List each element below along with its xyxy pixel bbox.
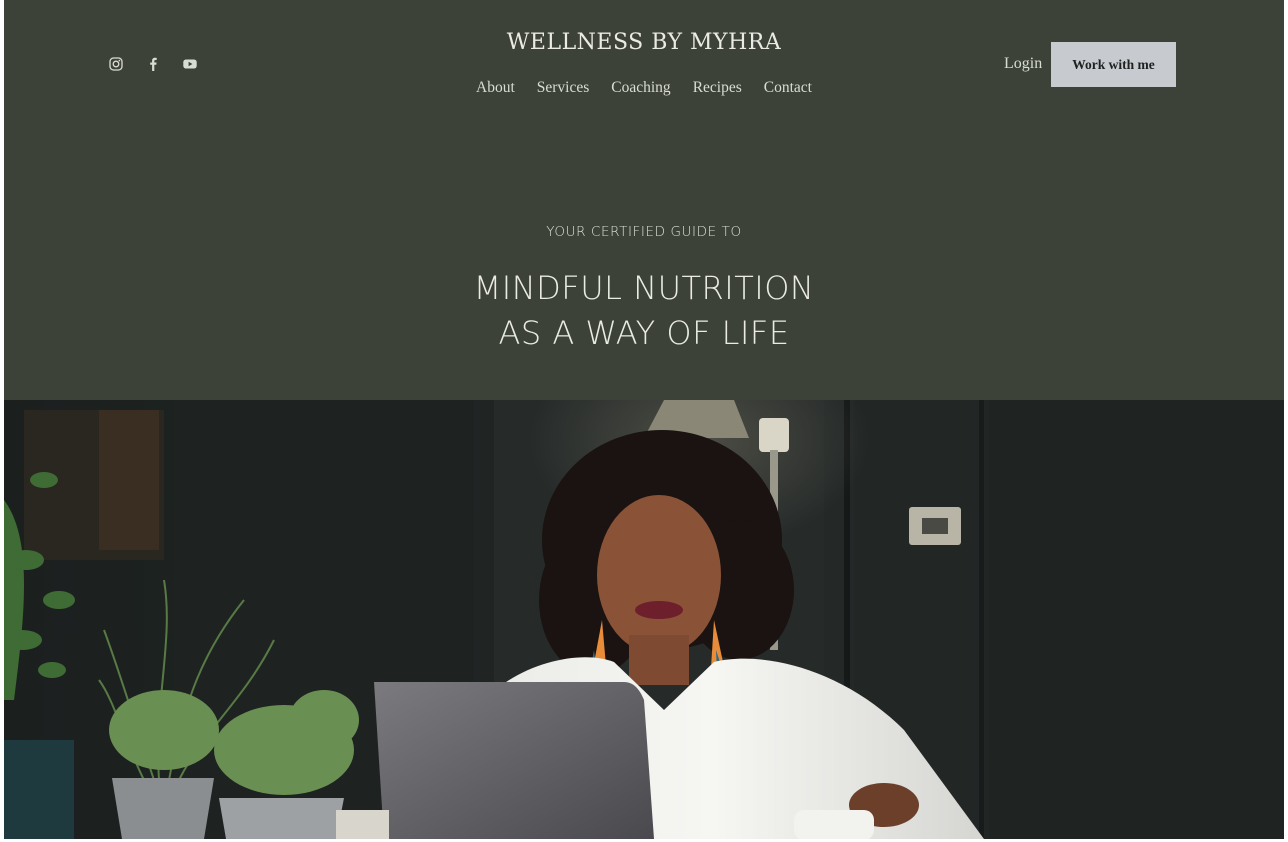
hero-photo	[4, 400, 1284, 839]
youtube-link[interactable]	[182, 54, 198, 74]
nav-item-about[interactable]: About	[476, 79, 515, 97]
hero-headline: MINDFUL NUTRITION AS A WAY OF LIFE	[4, 266, 1284, 356]
youtube-icon	[183, 59, 197, 69]
nav-item-recipes[interactable]: Recipes	[693, 79, 742, 97]
facebook-link[interactable]	[145, 54, 161, 74]
nav-item-coaching[interactable]: Coaching	[611, 79, 670, 97]
hero-photo-illustration	[4, 400, 1284, 839]
hero-headline-line-2: AS A WAY OF LIFE	[498, 314, 790, 352]
login-link[interactable]: Login	[1004, 55, 1042, 73]
nav-item-services[interactable]: Services	[537, 79, 590, 97]
hero-headline-line-1: MINDFUL NUTRITION	[473, 269, 815, 307]
site-header: WELLNESS BY MYHRA About Services Coachin…	[4, 0, 1284, 130]
work-with-me-button[interactable]: Work with me	[1051, 42, 1176, 87]
instagram-icon	[109, 57, 123, 71]
facebook-icon	[150, 57, 157, 71]
instagram-link[interactable]	[108, 54, 124, 74]
nav-item-contact[interactable]: Contact	[764, 79, 812, 97]
hero-eyebrow: YOUR CERTIFIED GUIDE TO	[546, 224, 742, 240]
page: WELLNESS BY MYHRA About Services Coachin…	[4, 0, 1284, 839]
social-links	[108, 54, 198, 74]
